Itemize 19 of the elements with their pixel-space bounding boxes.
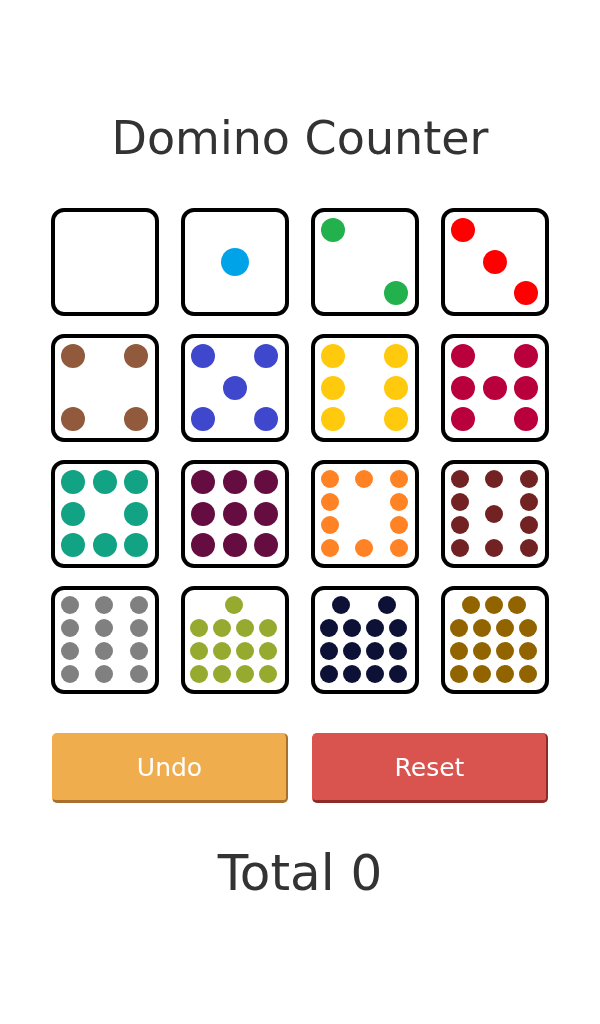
domino-tile[interactable] [181, 208, 289, 316]
domino-tile[interactable] [441, 208, 549, 316]
app-title: Domino Counter [111, 110, 489, 167]
domino-tile[interactable] [51, 586, 159, 694]
domino-tile[interactable] [51, 208, 159, 316]
domino-tile[interactable] [51, 460, 159, 568]
domino-tile[interactable] [181, 460, 289, 568]
domino-tile[interactable] [311, 334, 419, 442]
total-label: Total 0 [217, 843, 383, 903]
domino-tile[interactable] [441, 586, 549, 694]
domino-tile[interactable] [311, 208, 419, 316]
domino-tile[interactable] [441, 460, 549, 568]
domino-tile[interactable] [311, 460, 419, 568]
domino-tile[interactable] [311, 586, 419, 694]
domino-tile[interactable] [51, 334, 159, 442]
domino-tile[interactable] [181, 334, 289, 442]
domino-tile[interactable] [181, 586, 289, 694]
reset-button[interactable]: Reset [312, 733, 548, 803]
domino-tile[interactable] [441, 334, 549, 442]
